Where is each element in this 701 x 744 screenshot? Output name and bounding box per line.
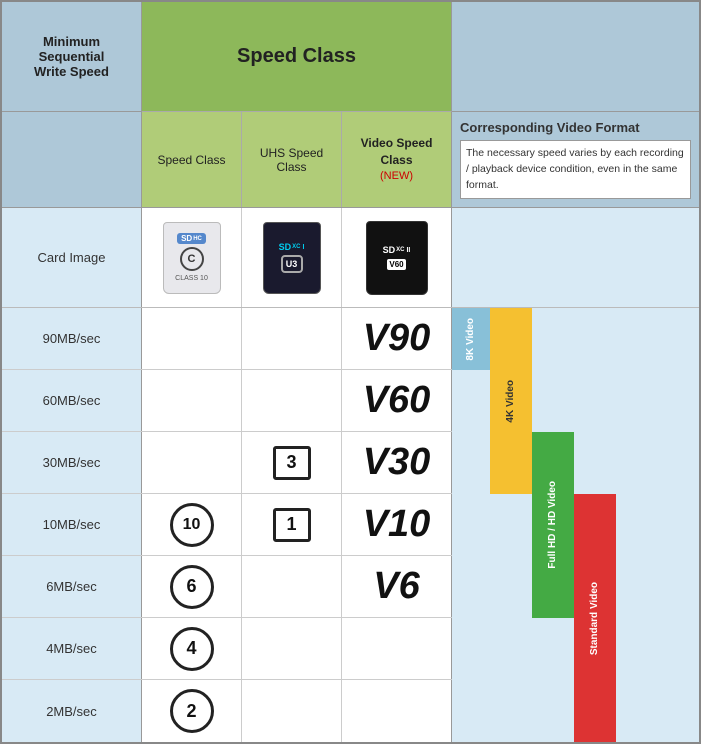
card-right-empty [452,208,699,307]
speed-class-main-header: Speed Class [142,2,452,112]
sc-10: 10 [142,494,242,555]
card-image-row: Card Image SD HC C CLASS 10 SD XC [2,208,699,308]
video-speed-sub-header: Video Speed Class (NEW) [342,112,452,207]
bar-4k: 4K Video [490,308,532,494]
sc-90 [142,308,242,369]
data-columns: 90MB/sec V90 60MB/sec V60 30MB/sec [2,308,452,742]
sc-2: 2 [142,680,242,742]
header-row-2: Speed Class UHS Speed Class Video Speed … [2,112,699,208]
vs-60: V60 [342,370,452,431]
vs-4 [342,618,452,679]
vs-90: V90 [342,308,452,369]
uhs-6 [242,556,342,617]
corresponding-sub-header: Corresponding Video Format The necessary… [452,112,699,207]
speed-2: 2MB/sec [2,680,142,742]
card-label-cell: Card Image [2,208,142,307]
speed-30: 30MB/sec [2,432,142,493]
vs-10: V10 [342,494,452,555]
row-60: 60MB/sec V60 [2,370,452,432]
bar-fullhd: Full HD / HD Video [532,432,574,618]
min-write-header: Minimum Sequential Write Speed [2,2,142,112]
corresponding-title: Corresponding Video Format [460,120,691,135]
sd-card-cell-3: SD XC II V60 [342,208,452,307]
sd-card-cell-1: SD HC C CLASS 10 [142,208,242,307]
vs-6: V6 [342,556,452,617]
corresponding-desc: The necessary speed varies by each recor… [460,140,691,199]
row-2: 2MB/sec 2 [2,680,452,742]
uhs-90 [242,308,342,369]
sc-6: 6 [142,556,242,617]
sdxc-card-black: SD XC II V60 [366,221,428,295]
uhs-4 [242,618,342,679]
vs-2 [342,680,452,742]
speed-90: 90MB/sec [2,308,142,369]
sc-30 [142,432,242,493]
corresponding-header [452,2,699,112]
speed-class-sub-header: Speed Class [142,112,242,207]
speed-6: 6MB/sec [2,556,142,617]
sdhc-card: SD HC C CLASS 10 [163,222,221,294]
bar-standard: Standard Video [574,494,616,742]
video-bars-section: 8K Video 4K Video Full HD / HD Video Sta… [452,308,699,742]
uhs-60 [242,370,342,431]
speed-10: 10MB/sec [2,494,142,555]
data-rows-container: 90MB/sec V90 60MB/sec V60 30MB/sec [2,308,699,742]
sc-60 [142,370,242,431]
uhs-10: 1 [242,494,342,555]
row-10: 10MB/sec 10 1 V10 [2,494,452,556]
row-30: 30MB/sec 3 V30 [2,432,452,494]
sd-card-cell-2: SD XC I U3 [242,208,342,307]
speed-4: 4MB/sec [2,618,142,679]
sc-4: 4 [142,618,242,679]
uhs-2 [242,680,342,742]
uhs-30: 3 [242,432,342,493]
speed-60: 60MB/sec [2,370,142,431]
table-container: Minimum Sequential Write Speed Speed Cla… [0,0,701,744]
vs-30: V30 [342,432,452,493]
uhs-speed-sub-header: UHS Speed Class [242,112,342,207]
header-row-1: Minimum Sequential Write Speed Speed Cla… [2,2,699,112]
row-6: 6MB/sec 6 V6 [2,556,452,618]
bar-8k: 8K Video [452,308,490,370]
row-4: 4MB/sec 4 [2,618,452,680]
sdxc-card-dark: SD XC I U3 [263,222,321,294]
row-90: 90MB/sec V90 [2,308,452,370]
